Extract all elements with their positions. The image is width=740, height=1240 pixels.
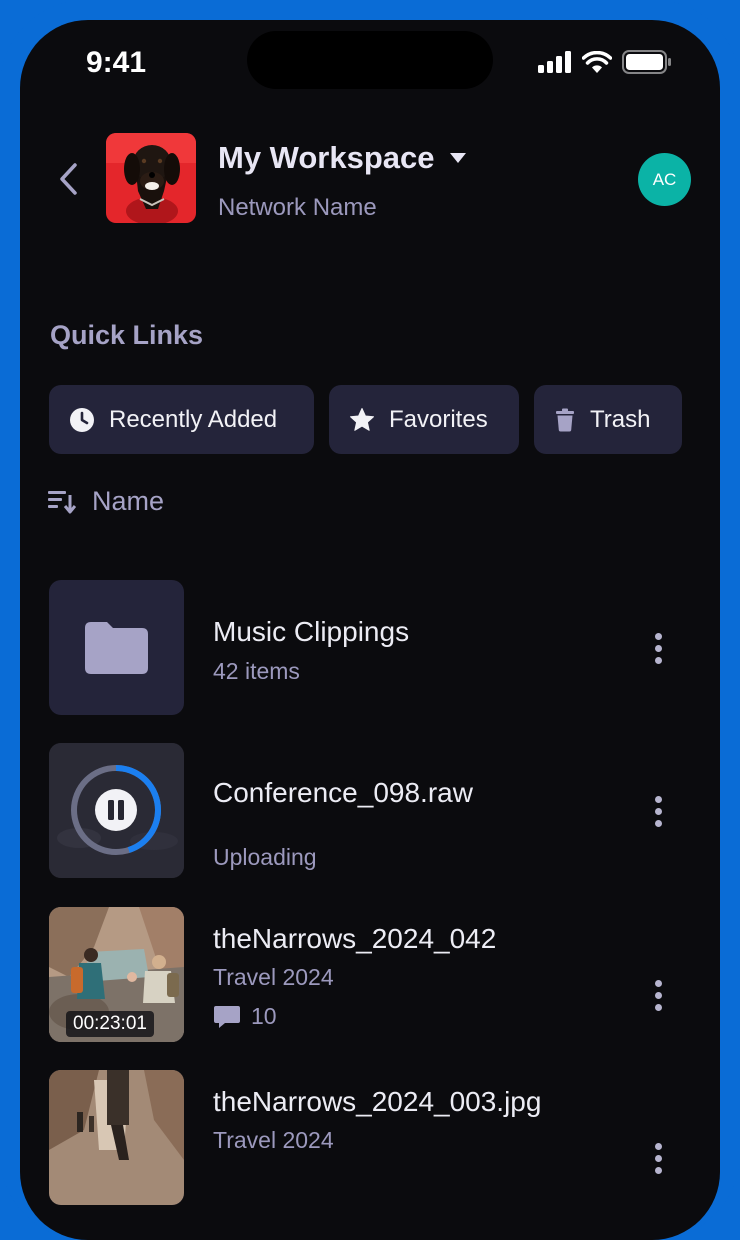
workspace-title: My Workspace xyxy=(218,140,435,175)
more-dot xyxy=(654,991,662,999)
more-dot xyxy=(654,1154,662,1162)
more-dot xyxy=(654,656,662,664)
comment-icon xyxy=(214,1005,240,1028)
quick-link-favorites[interactable]: Favorites xyxy=(329,385,519,454)
upload-thumbnail xyxy=(49,743,184,878)
more-options-button[interactable] xyxy=(647,628,669,668)
quick-link-label: Trash xyxy=(590,405,651,433)
more-dot xyxy=(654,632,662,640)
status-icons xyxy=(538,50,672,74)
app-screen: 9:41 My Workspace Network Name AC Quick … xyxy=(20,20,720,1240)
file-subtitle: Travel 2024 xyxy=(213,1127,334,1153)
file-title: theNarrows_2024_042 xyxy=(213,923,497,954)
network-name: Network Name xyxy=(218,194,377,221)
more-dot xyxy=(654,1003,662,1011)
wifi-icon xyxy=(582,51,612,73)
workspace-selector[interactable]: My Workspace xyxy=(218,140,467,176)
folder-icon xyxy=(85,622,148,674)
quick-link-label: Recently Added xyxy=(109,405,278,433)
file-row-music-clippings[interactable]: Music Clippings 42 items xyxy=(49,580,699,715)
caret-down-icon xyxy=(449,153,466,163)
quick-link-trash[interactable]: Trash xyxy=(534,385,682,454)
quick-link-label: Favorites xyxy=(389,405,488,433)
more-dot xyxy=(654,1166,662,1174)
dynamic-island xyxy=(247,31,493,89)
chevron-left-icon xyxy=(60,163,77,195)
image-thumbnail xyxy=(49,1070,184,1205)
folder-thumbnail xyxy=(49,580,184,715)
more-options-button[interactable] xyxy=(647,1138,669,1178)
file-row-thenarrows-003[interactable]: theNarrows_2024_003.jpg Travel 2024 xyxy=(49,1070,699,1205)
workspace-thumbnail[interactable] xyxy=(106,133,196,223)
file-subtitle: 42 items xyxy=(213,658,300,684)
file-row-conference-098[interactable]: Conference_098.raw Uploading xyxy=(49,743,699,878)
more-dot xyxy=(654,819,662,827)
file-title: theNarrows_2024_003.jpg xyxy=(213,1086,542,1117)
upload-progress-ring xyxy=(49,743,184,878)
cellular-signal-icon xyxy=(538,51,571,73)
device-frame: 9:41 My Workspace Network Name AC Quick … xyxy=(0,0,740,1240)
comment-count-value: 10 xyxy=(251,1003,277,1029)
sort-label: Name xyxy=(92,486,165,516)
star-icon xyxy=(350,407,374,431)
user-avatar[interactable]: AC xyxy=(638,153,691,206)
more-dot xyxy=(654,795,662,803)
more-dot xyxy=(654,979,662,987)
video-thumbnail: 00:23:01 xyxy=(49,907,184,1042)
file-subtitle: Travel 2024 xyxy=(213,964,334,990)
sort-control[interactable]: Name xyxy=(48,486,164,517)
clock-icon xyxy=(70,407,94,432)
file-row-thenarrows-042[interactable]: 00:23:01 theNarrows_2024_042 Travel 2024… xyxy=(49,907,699,1042)
image-preview xyxy=(49,1070,184,1205)
workspace-image xyxy=(106,133,196,223)
quick-link-recently-added[interactable]: Recently Added xyxy=(49,385,314,454)
trash-icon xyxy=(556,408,574,431)
battery-icon xyxy=(622,50,671,74)
video-duration: 00:23:01 xyxy=(66,1011,154,1037)
status-time: 9:41 xyxy=(86,46,147,79)
more-dot xyxy=(654,644,662,652)
more-options-button[interactable] xyxy=(647,791,669,831)
sort-icon xyxy=(48,490,76,513)
file-title: Conference_098.raw xyxy=(213,777,473,808)
back-button[interactable] xyxy=(54,160,82,198)
upload-status: Uploading xyxy=(213,844,317,870)
comment-count[interactable]: 10 xyxy=(213,1003,277,1030)
file-title: Music Clippings xyxy=(213,616,410,647)
more-dot xyxy=(654,1142,662,1150)
more-options-button[interactable] xyxy=(647,975,669,1015)
more-dot xyxy=(654,807,662,815)
quick-links-heading: Quick Links xyxy=(50,320,204,350)
